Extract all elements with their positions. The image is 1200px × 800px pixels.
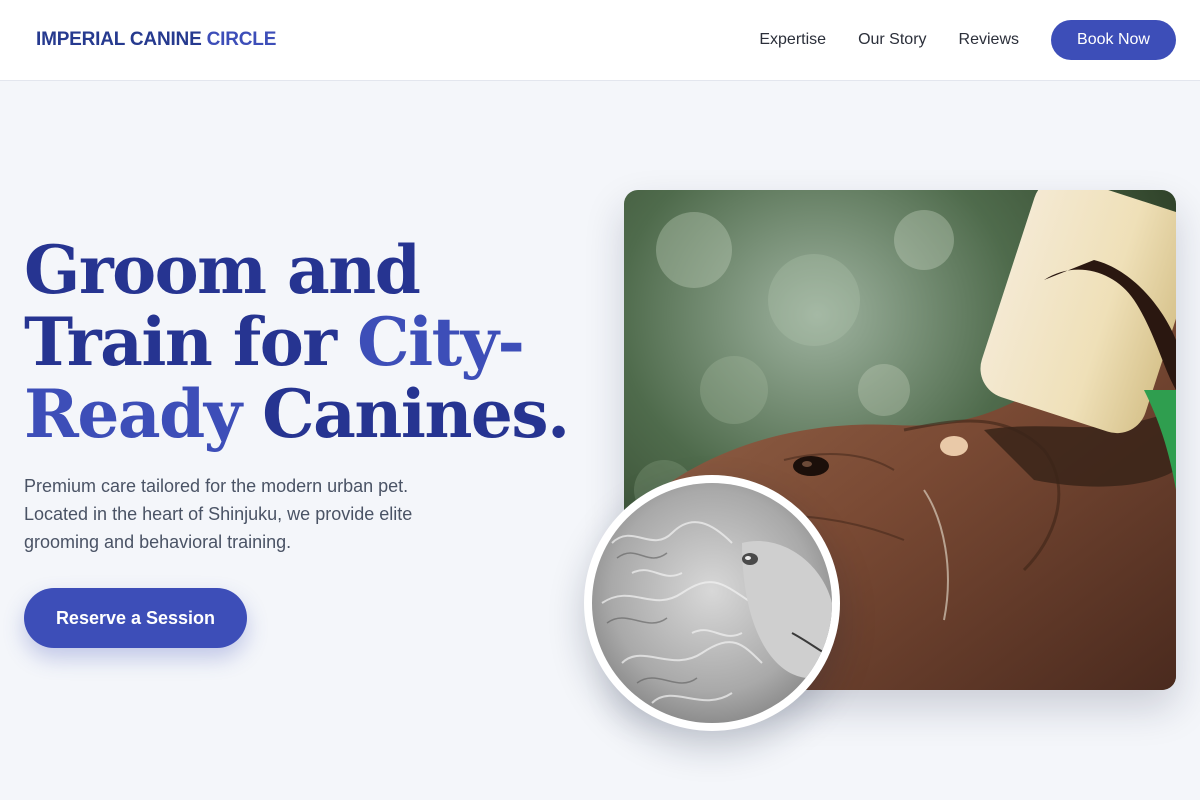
brand-logo[interactable]: IMPERIAL CANINE CIRCLE [36, 29, 276, 51]
top-navigation-bar: IMPERIAL CANINE CIRCLE Expertise Our Sto… [0, 0, 1200, 81]
sheep-photo-illustration [592, 483, 832, 723]
headline-part2: Canines. [262, 375, 570, 453]
book-now-button[interactable]: Book Now [1051, 20, 1176, 60]
reserve-session-button[interactable]: Reserve a Session [24, 588, 247, 648]
headline-highlight-city: City- [357, 303, 525, 381]
hero-headline: Groom and Train for City- Ready Canines. [24, 234, 584, 450]
nav-link-reviews[interactable]: Reviews [959, 31, 1019, 49]
headline-highlight-ready: Ready [24, 375, 242, 453]
nav-link-our-story[interactable]: Our Story [858, 31, 926, 49]
brand-name-accent: CIRCLE [206, 29, 277, 50]
brand-name-primary: IMPERIAL CANINE [36, 29, 202, 50]
nav-link-expertise[interactable]: Expertise [759, 31, 826, 49]
hero-subtext: Premium care tailored for the modern urb… [24, 476, 413, 552]
sheep-inset-photo [584, 475, 840, 731]
main-nav: Expertise Our Story Reviews Book Now [759, 0, 1176, 80]
